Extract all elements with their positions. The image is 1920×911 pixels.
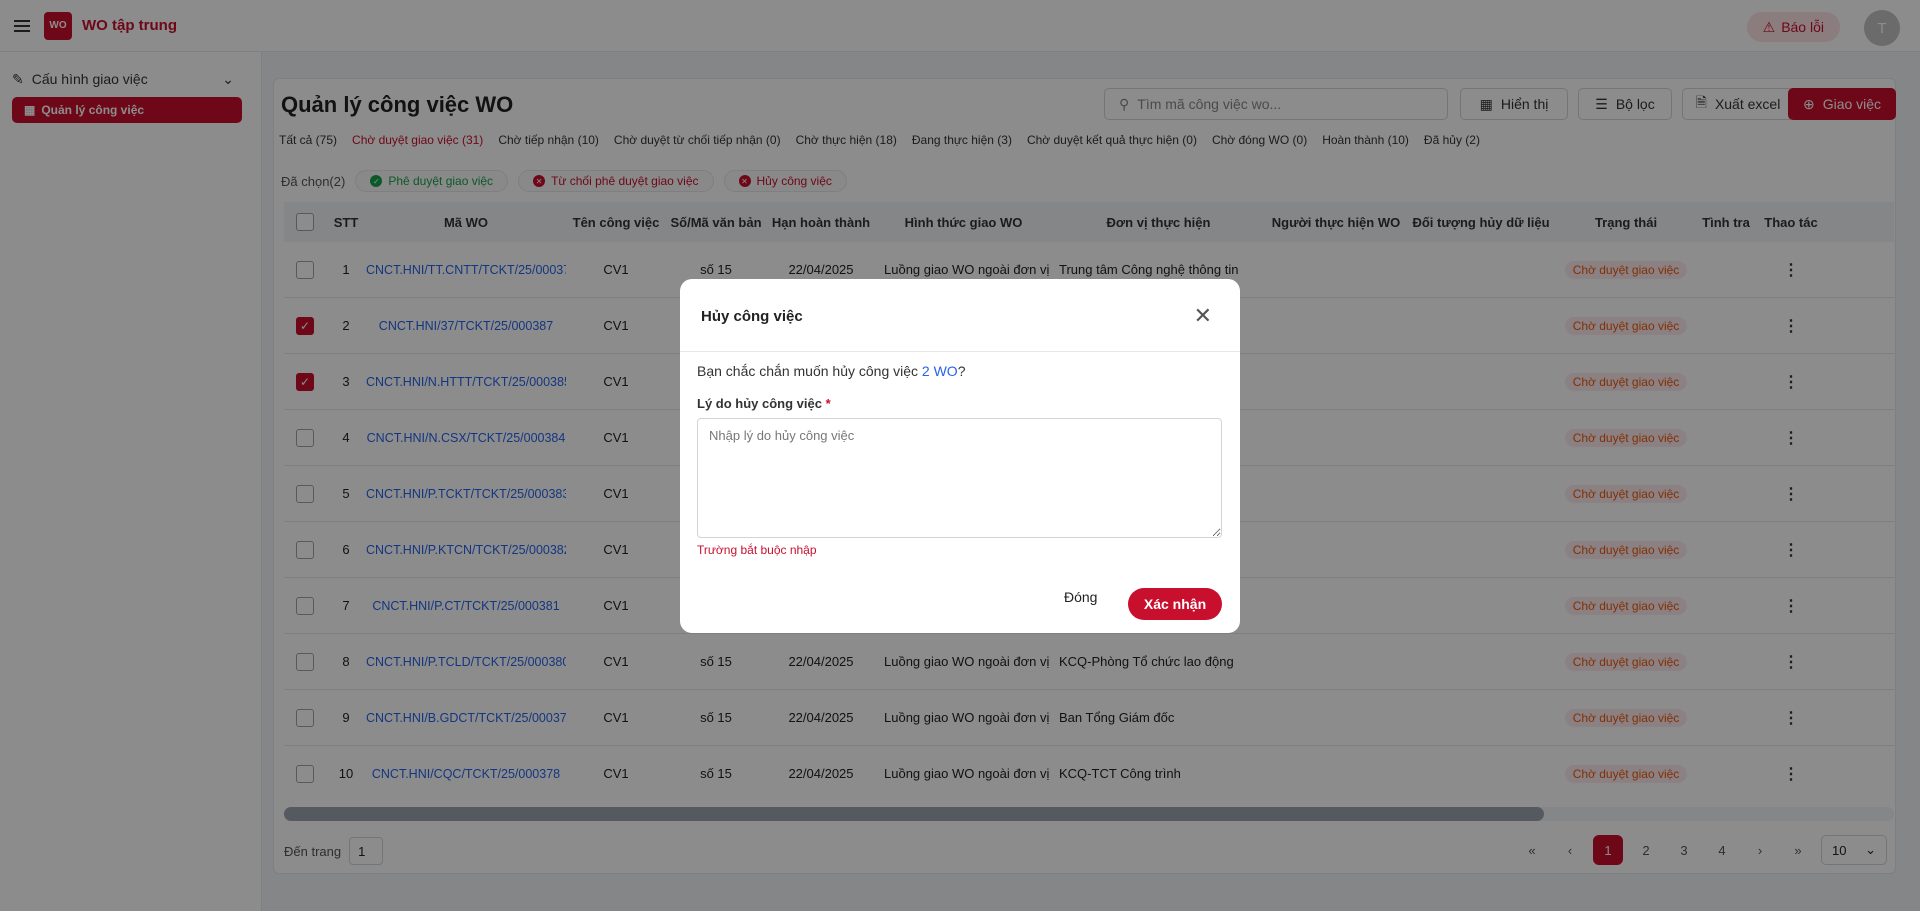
modal-question: Bạn chắc chắn muốn hủy công việc 2 WO? xyxy=(697,363,966,379)
modal-title: Hủy công việc xyxy=(701,308,803,325)
modal-divider xyxy=(680,351,1240,352)
close-icon[interactable]: ✕ xyxy=(1194,305,1212,327)
cancel-work-modal: Hủy công việc ✕ Bạn chắc chắn muốn hủy c… xyxy=(680,279,1240,633)
required-mark: * xyxy=(825,396,831,411)
confirm-button[interactable]: Xác nhận xyxy=(1128,588,1222,620)
validation-error: Trường bắt buộc nhập xyxy=(697,543,817,557)
close-button[interactable]: Đóng xyxy=(1064,589,1097,605)
reason-label: Lý do hủy công việc * xyxy=(697,396,831,411)
wo-count-link[interactable]: 2 WO xyxy=(922,363,958,379)
cancel-reason-input[interactable] xyxy=(697,418,1222,538)
